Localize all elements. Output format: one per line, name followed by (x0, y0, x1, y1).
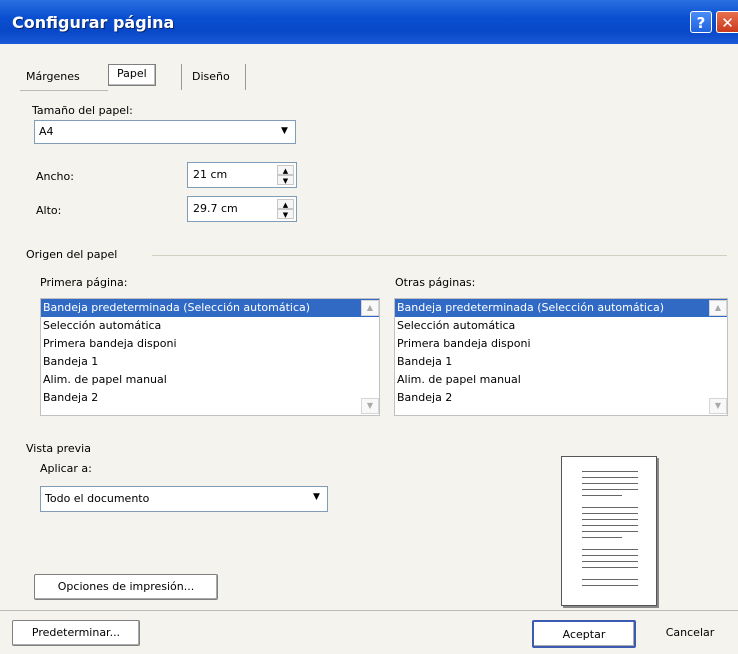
help-button[interactable]: ? (690, 11, 712, 33)
preview-line (582, 495, 622, 496)
tab-margenes[interactable]: Márgenes (26, 70, 80, 83)
list-item[interactable]: Selección automática (395, 317, 727, 335)
height-spinner[interactable]: 29.7 cm ▲ ▼ (187, 196, 297, 222)
spin-down-icon[interactable]: ▼ (277, 209, 294, 219)
chevron-down-icon[interactable]: ▼ (308, 489, 325, 509)
tab-baseline (20, 90, 108, 91)
apply-to-label: Aplicar a: (40, 462, 92, 475)
default-button[interactable]: Predeterminar... (12, 620, 140, 646)
preview-line (582, 507, 638, 508)
first-page-listbox[interactable]: Bandeja predeterminada (Selección automá… (40, 298, 380, 416)
preview-line (582, 483, 638, 484)
preview-line (582, 477, 638, 478)
width-spinner[interactable]: 21 cm ▲ ▼ (187, 162, 297, 188)
print-options-button[interactable]: Opciones de impresión... (34, 574, 218, 600)
scroll-up-icon[interactable]: ▲ (361, 300, 379, 316)
list-item[interactable]: Bandeja 1 (395, 353, 727, 371)
paper-size-value: A4 (39, 125, 54, 138)
list-item[interactable]: Bandeja 2 (395, 389, 727, 407)
scroll-up-icon[interactable]: ▲ (709, 300, 727, 316)
list-item[interactable]: Alim. de papel manual (395, 371, 727, 389)
list-item[interactable]: Alim. de papel manual (41, 371, 379, 389)
title-bar: Configurar página ? ✕ (0, 0, 738, 44)
spin-down-icon[interactable]: ▼ (277, 175, 294, 185)
tab-divider (245, 64, 246, 90)
width-spin-buttons: ▲ ▼ (277, 165, 294, 185)
paper-size-select[interactable]: A4 ▼ (34, 120, 296, 144)
paper-source-label: Origen del papel (26, 248, 118, 261)
list-item[interactable]: Primera bandeja disponi (395, 335, 727, 353)
spin-up-icon[interactable]: ▲ (277, 165, 294, 175)
list-item[interactable]: Selección automática (41, 317, 379, 335)
page-preview (561, 456, 657, 606)
list-item[interactable]: Bandeja 1 (41, 353, 379, 371)
preview-line (582, 549, 638, 550)
preview-line (582, 531, 638, 532)
list-item[interactable]: Bandeja 2 (41, 389, 379, 407)
scroll-down-icon[interactable]: ▼ (709, 398, 727, 414)
height-value: 29.7 cm (193, 202, 238, 215)
footer-divider (0, 610, 738, 611)
preview-line (582, 471, 638, 472)
preview-line (582, 537, 622, 538)
preview-line (582, 489, 638, 490)
list-item[interactable]: Primera bandeja disponi (41, 335, 379, 353)
list-item[interactable]: Bandeja predeterminada (Selección automá… (395, 299, 727, 317)
window-title: Configurar página (12, 13, 175, 32)
dialog-body: Márgenes Papel Diseño Tamaño del papel: … (0, 44, 738, 654)
other-pages-listbox[interactable]: Bandeja predeterminada (Selección automá… (394, 298, 728, 416)
scroll-down-icon[interactable]: ▼ (361, 398, 379, 414)
ok-button[interactable]: Aceptar (532, 620, 636, 648)
tab-papel[interactable]: Papel (108, 64, 156, 86)
paper-size-label: Tamaño del papel: (32, 104, 133, 117)
group-divider (152, 255, 727, 256)
spin-up-icon[interactable]: ▲ (277, 199, 294, 209)
list-item[interactable]: Bandeja predeterminada (Selección automá… (41, 299, 379, 317)
preview-line (582, 513, 638, 514)
preview-line (582, 561, 638, 562)
apply-to-value: Todo el documento (45, 492, 150, 505)
preview-line (582, 585, 638, 586)
width-label: Ancho: (36, 170, 74, 183)
cancel-button[interactable]: Cancelar (646, 620, 734, 648)
preview-line (582, 525, 638, 526)
close-button[interactable]: ✕ (716, 11, 738, 33)
height-label: Alto: (36, 204, 62, 217)
preview-line (582, 519, 638, 520)
tab-divider (181, 64, 182, 90)
preview-label: Vista previa (26, 442, 91, 455)
width-value: 21 cm (193, 168, 228, 181)
apply-to-select[interactable]: Todo el documento ▼ (40, 486, 328, 512)
preview-line (582, 579, 638, 580)
tab-diseno[interactable]: Diseño (192, 70, 230, 83)
first-page-label: Primera página: (40, 276, 128, 289)
preview-line (582, 567, 638, 568)
height-spin-buttons: ▲ ▼ (277, 199, 294, 219)
preview-line (582, 555, 638, 556)
other-pages-label: Otras páginas: (395, 276, 476, 289)
chevron-down-icon[interactable]: ▼ (276, 123, 293, 141)
